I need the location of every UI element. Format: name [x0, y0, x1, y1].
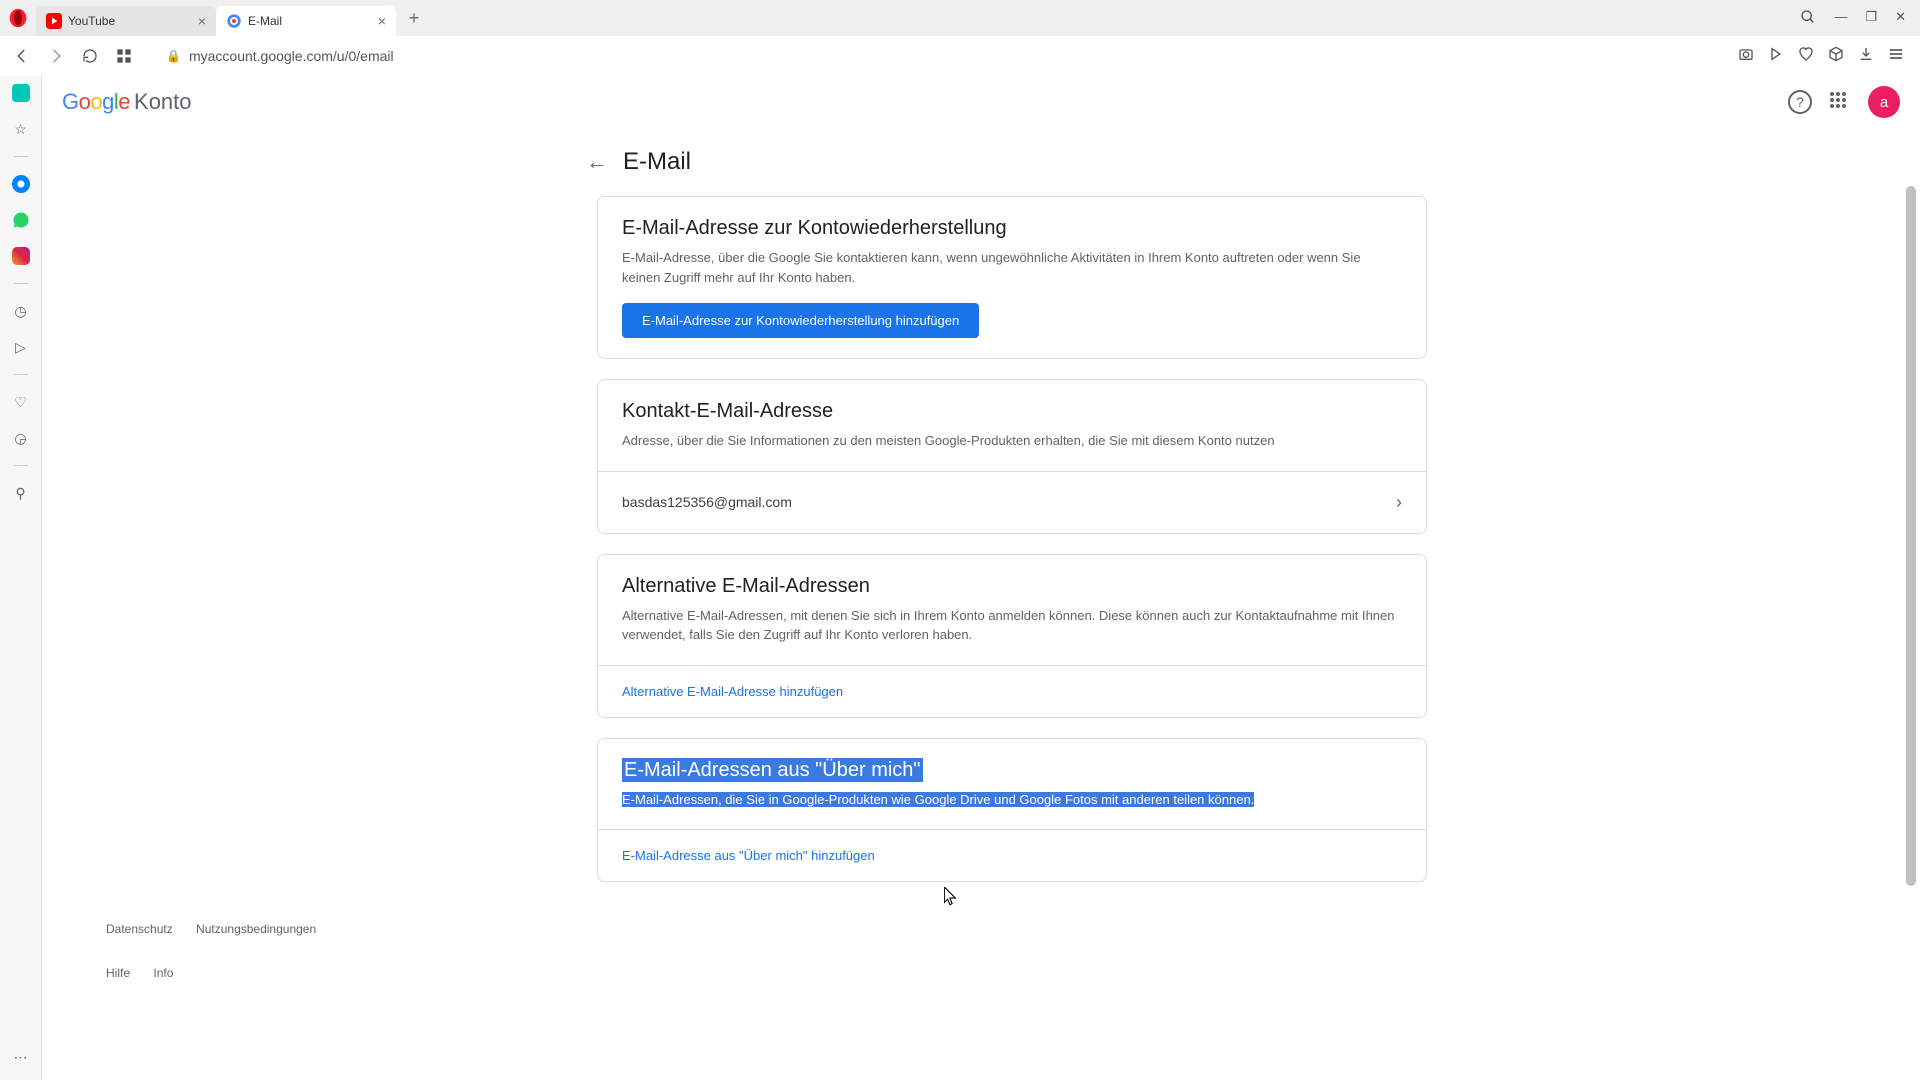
scroll-thumb[interactable]	[1906, 186, 1916, 886]
card-title: E-Mail-Adressen aus "Über mich"	[622, 759, 1402, 782]
address-bar: 🔒 myaccount.google.com/u/0/email	[0, 36, 1920, 76]
maximize-button[interactable]: ❐	[1865, 9, 1877, 28]
heart-icon[interactable]: ♡	[12, 393, 30, 411]
close-button[interactable]: ✕	[1895, 9, 1906, 28]
download-icon[interactable]	[1858, 46, 1874, 67]
workspace-icon[interactable]	[12, 84, 30, 102]
help-link[interactable]: Hilfe	[106, 966, 130, 980]
url-text: myaccount.google.com/u/0/email	[189, 48, 394, 64]
messenger-icon[interactable]	[12, 175, 30, 193]
info-link[interactable]: Info	[153, 966, 173, 980]
instagram-icon[interactable]	[12, 247, 30, 265]
search-icon[interactable]	[1800, 9, 1816, 28]
scrollbar[interactable]	[1904, 76, 1918, 1080]
selected-text: E-Mail-Adressen, die Sie in Google-Produ…	[622, 792, 1254, 807]
separator	[14, 283, 28, 284]
star-icon[interactable]: ☆	[12, 120, 30, 138]
reload-button[interactable]	[78, 44, 102, 68]
tab-youtube[interactable]: YouTube ×	[36, 6, 216, 36]
tab-email[interactable]: E-Mail ×	[216, 6, 396, 36]
toolbar-right	[1738, 46, 1904, 67]
help-icon[interactable]: ?	[1788, 90, 1812, 114]
cube-icon[interactable]	[1828, 46, 1844, 67]
window-controls: — ❐ ✕	[1786, 9, 1920, 28]
separator	[14, 156, 28, 157]
page-title: E-Mail	[623, 148, 691, 176]
tab-label: E-Mail	[248, 14, 282, 28]
separator	[14, 374, 28, 375]
tab-label: YouTube	[68, 14, 115, 28]
pin-icon[interactable]: ⚲	[12, 484, 30, 502]
card-title: Kontakt-E-Mail-Adresse	[622, 400, 1402, 423]
separator	[14, 465, 28, 466]
privacy-link[interactable]: Datenschutz	[106, 922, 173, 936]
more-icon[interactable]: ⋯	[12, 1048, 30, 1066]
product-label: Konto	[134, 89, 192, 115]
play-icon[interactable]: ▷	[12, 338, 30, 356]
menu-icon[interactable]	[1888, 46, 1904, 67]
terms-link[interactable]: Nutzungsbedingungen	[196, 922, 316, 936]
card-title: Alternative E-Mail-Adressen	[622, 575, 1402, 598]
avatar[interactable]: a	[1868, 86, 1900, 118]
card-title: E-Mail-Adresse zur Kontowiederherstellun…	[622, 217, 1402, 240]
google-icon	[226, 13, 242, 29]
speed-dial-button[interactable]	[112, 44, 136, 68]
footer: Datenschutz Nutzungsbedingungen Hilfe In…	[66, 902, 1920, 1020]
contact-email-row[interactable]: basdas125356@gmail.com ›	[598, 471, 1426, 533]
card-description: E-Mail-Adressen, die Sie in Google-Produ…	[622, 790, 1402, 810]
apps-icon[interactable]	[1830, 92, 1850, 112]
back-button[interactable]	[10, 44, 34, 68]
close-icon[interactable]: ×	[198, 13, 206, 29]
add-recovery-email-button[interactable]: E-Mail-Adresse zur Kontowiederherstellun…	[622, 303, 979, 338]
forward-button[interactable]	[44, 44, 68, 68]
url-field[interactable]: 🔒 myaccount.google.com/u/0/email	[146, 48, 1728, 64]
alternative-email-card: Alternative E-Mail-Adressen Alternative …	[597, 554, 1427, 718]
card-description: Adresse, über die Sie Informationen zu d…	[622, 431, 1402, 451]
recovery-email-card: E-Mail-Adresse zur Kontowiederherstellun…	[597, 196, 1427, 359]
card-description: E-Mail-Adresse, über die Google Sie kont…	[622, 248, 1402, 287]
whatsapp-icon[interactable]	[12, 211, 30, 229]
google-logo[interactable]: Google	[62, 89, 130, 115]
play-icon[interactable]	[1768, 46, 1784, 67]
opera-menu-button[interactable]	[0, 0, 36, 36]
contact-email-card: Kontakt-E-Mail-Adresse Adresse, über die…	[597, 379, 1427, 534]
new-tab-button[interactable]: +	[400, 4, 428, 32]
card-description: Alternative E-Mail-Adressen, mit denen S…	[622, 606, 1402, 645]
close-icon[interactable]: ×	[378, 13, 386, 29]
opera-sidebar: ☆ ◷ ▷ ♡ ◶ ⚲ ⋯	[0, 76, 42, 1080]
chevron-right-icon: ›	[1396, 492, 1402, 513]
add-alternative-email-link[interactable]: Alternative E-Mail-Adresse hinzufügen	[598, 665, 1426, 717]
heart-icon[interactable]	[1798, 46, 1814, 67]
email-value: basdas125356@gmail.com	[622, 494, 792, 510]
history-icon[interactable]: ◶	[12, 429, 30, 447]
browser-chrome: YouTube × E-Mail × + — ❐ ✕ 🔒 myaccount.g…	[0, 0, 1920, 77]
youtube-icon	[46, 13, 62, 29]
add-about-email-link[interactable]: E-Mail-Adresse aus "Über mich" hinzufüge…	[598, 829, 1426, 881]
back-arrow-button[interactable]: ←	[577, 142, 617, 182]
about-email-card: E-Mail-Adressen aus "Über mich" E-Mail-A…	[597, 738, 1427, 883]
snapshot-icon[interactable]	[1738, 46, 1754, 67]
tab-bar: YouTube × E-Mail × + — ❐ ✕	[0, 0, 1920, 36]
clock-icon[interactable]: ◷	[12, 302, 30, 320]
page-title-row: ← E-Mail	[577, 128, 1920, 196]
cards-container: E-Mail-Adresse zur Kontowiederherstellun…	[597, 196, 1427, 882]
page-content: Google Konto ? a ← E-Mail E-Mail-Adresse…	[42, 76, 1920, 1080]
selected-text: E-Mail-Adressen aus "Über mich"	[622, 758, 923, 782]
google-header: Google Konto ? a	[42, 76, 1920, 128]
minimize-button[interactable]: —	[1834, 9, 1847, 28]
lock-icon: 🔒	[166, 49, 181, 63]
